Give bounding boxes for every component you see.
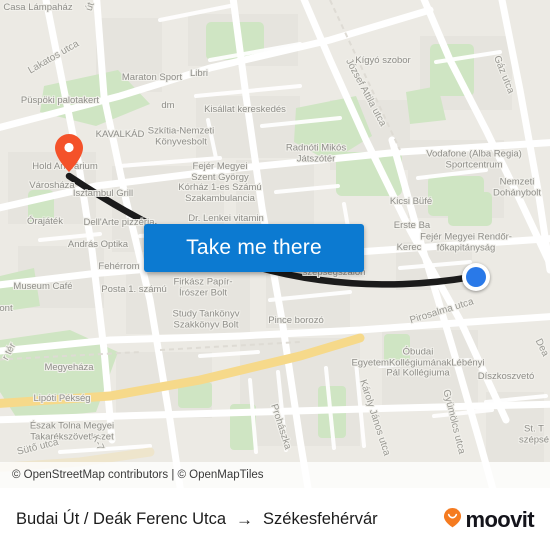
moovit-wordmark: moovit xyxy=(465,506,534,532)
take-me-there-button[interactable]: Take me there xyxy=(144,224,364,272)
destination-dot-core xyxy=(466,267,486,287)
trip-destination-label: Székesfehérvár xyxy=(263,510,378,528)
map-attribution: © OpenStreetMap contributors | © OpenMap… xyxy=(0,462,550,488)
moovit-trip-screen: Casa Lámpaház Lakatos utca út Püspöki palot… xyxy=(0,0,550,550)
trip-summary: Budai Út / Deák Ferenc Utca → Székesfehé… xyxy=(16,510,378,530)
attribution-text[interactable]: © OpenStreetMap contributors | © OpenMap… xyxy=(12,469,264,481)
map-canvas[interactable]: Casa Lámpaház Lakatos utca út Püspöki palot… xyxy=(0,0,550,488)
arrow-right-icon: → xyxy=(236,509,254,529)
moovit-logo[interactable]: moovit xyxy=(443,506,535,533)
origin-pin[interactable] xyxy=(54,133,84,173)
destination-dot[interactable] xyxy=(462,263,490,291)
trip-footer: Budai Út / Deák Ferenc Utca → Székesfehé… xyxy=(0,488,550,550)
moovit-pin-icon xyxy=(443,507,462,533)
trip-origin-label: Budai Út / Deák Ferenc Utca xyxy=(16,510,227,528)
